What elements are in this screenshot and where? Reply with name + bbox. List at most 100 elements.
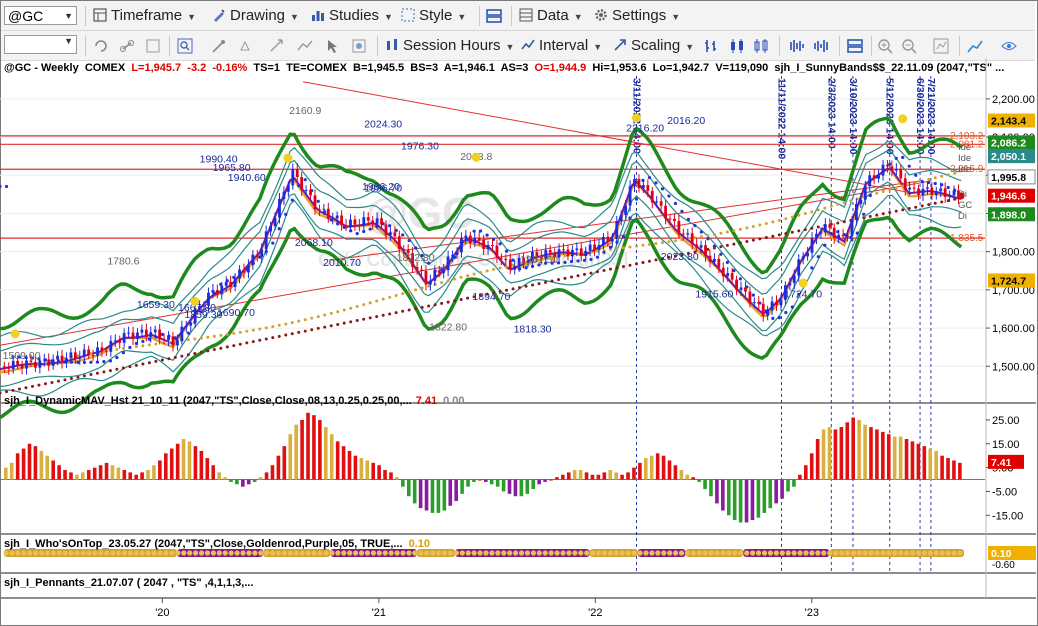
data-window-icon[interactable] (933, 38, 949, 54)
session-hours-label: Session Hours (403, 37, 501, 54)
pennants-title: sjh_I_Pennants_21.07.07 ( 2047 , "TS" ,4… (4, 577, 254, 589)
bid-price: B=1,945.5 (353, 62, 405, 74)
chevron-down-icon[interactable]: ▼ (64, 36, 73, 46)
symbol-value: @GC (8, 8, 44, 24)
tick-bars-icon[interactable] (813, 38, 829, 54)
chevron-down-icon: ▼ (573, 12, 583, 22)
layout-icon[interactable] (847, 38, 863, 54)
chart-symbol: @GC - Weekly (4, 62, 79, 74)
scaling-label: Scaling (631, 37, 681, 54)
separator (169, 36, 170, 56)
draw-tool-icon[interactable] (211, 38, 227, 54)
interval-icon (521, 39, 535, 50)
separator (511, 6, 512, 26)
symbol-input[interactable]: @GC ▼ (4, 6, 77, 25)
volume-bars-icon[interactable] (789, 38, 805, 54)
open-price: O=1,944.9 (534, 62, 587, 74)
interval-label: Interval (539, 37, 589, 54)
gear-icon (595, 9, 607, 21)
scaling-button[interactable]: Scaling ▼ (613, 36, 694, 56)
drawing-label: Drawing (230, 7, 286, 24)
timeframe-label: Timeframe (111, 7, 183, 24)
data-label: Data (537, 7, 569, 24)
dynamic-mav-title: sjh_I_DynamicMAV_Hst 21_10_11 (2047,"TS"… (4, 395, 412, 407)
chevron-down-icon: ▼ (384, 12, 393, 22)
zoom-chart-icon[interactable] (177, 38, 193, 54)
separator (479, 6, 480, 26)
whos-on-top-label: sjh_I_Who'sOnTop_23.05.27 (2047,"TS",Clo… (4, 538, 430, 550)
grid-icon[interactable] (145, 38, 161, 54)
high-price: Hi=1,953.6 (592, 62, 647, 74)
last-price: L=1,945.7 (131, 62, 182, 74)
drawing-button[interactable]: Drawing ▼ (212, 6, 299, 26)
link-icon[interactable] (119, 38, 135, 54)
bar-chart-icon[interactable] (703, 38, 719, 54)
trading-exchange: TE=COMEX (286, 62, 347, 74)
separator (85, 6, 86, 26)
style-label: Style (419, 7, 453, 24)
style-icon (401, 8, 415, 22)
shapes-icon[interactable] (239, 38, 255, 54)
chevron-down-icon: ▼ (505, 42, 515, 52)
studies-label: Studies (329, 7, 380, 24)
secondary-toolbar: ▼ Session Hours ▼ Interval ▼ Scaling ▼ (1, 31, 1035, 61)
study-label: sjh_I_SunnyBands$$_22.11.09 (2047,"TS" .… (774, 62, 1005, 74)
refresh-icon[interactable] (93, 38, 109, 54)
tick-size: TS=1 (253, 62, 280, 74)
dynamic-mav-label: sjh_I_DynamicMAV_Hst 21_10_11 (2047,"TS"… (4, 395, 465, 407)
format-tool-icon[interactable] (351, 38, 367, 54)
session-hours-icon (387, 39, 397, 50)
studies-button[interactable]: Studies ▼ (311, 6, 393, 26)
candlestick-icon[interactable] (729, 38, 745, 54)
settings-button[interactable]: Settings ▼ (594, 6, 680, 26)
window-frame (0, 0, 1038, 626)
session-hours-button[interactable]: Session Hours ▼ (385, 36, 514, 56)
zoom-out-icon[interactable] (901, 38, 917, 54)
cursor-tool-icon[interactable] (325, 38, 341, 54)
timeframe-button[interactable]: Timeframe ▼ (93, 6, 196, 26)
bid-size: BS=3 (410, 62, 439, 74)
volume: V=119,090 (715, 62, 769, 74)
separator (871, 36, 872, 56)
hollow-candle-icon[interactable] (753, 38, 769, 54)
percent-change: -0.16% (212, 62, 248, 74)
chart-exchange: COMEX (84, 62, 126, 74)
trendline-icon[interactable] (967, 38, 983, 54)
chevron-down-icon: ▼ (593, 42, 603, 52)
data-icon (519, 8, 533, 22)
style-button[interactable]: Style ▼ (401, 6, 466, 26)
layout-icon[interactable] (486, 8, 502, 24)
settings-label: Settings (612, 7, 667, 24)
studies-icon (312, 11, 324, 21)
chevron-down-icon: ▼ (187, 12, 197, 22)
chevron-down-icon[interactable]: ▼ (64, 7, 73, 26)
separator (85, 36, 86, 56)
zoom-in-icon[interactable] (877, 38, 893, 54)
ask-price: A=1,946.1 (443, 62, 495, 74)
separator (959, 36, 960, 56)
drawing-icon (214, 9, 225, 22)
ask-size: AS=3 (500, 62, 529, 74)
chart-header: @GC - Weekly COMEX L=1,945.7 -3.2 -0.16%… (4, 62, 1004, 74)
arrow-tool-icon[interactable] (269, 38, 285, 54)
separator (377, 36, 378, 56)
separator (839, 36, 840, 56)
chevron-down-icon: ▼ (685, 42, 695, 52)
chevron-down-icon: ▼ (457, 12, 467, 22)
pennants-label: sjh_I_Pennants_21.07.07 ( 2047 , "TS" ,4… (4, 577, 254, 589)
interval-select[interactable]: ▼ (4, 35, 77, 54)
low-price: Lo=1,942.7 (652, 62, 710, 74)
scaling-icon (614, 39, 626, 51)
interval-button[interactable]: Interval ▼ (521, 36, 602, 56)
chevron-down-icon: ▼ (671, 12, 681, 22)
trend-tool-icon[interactable] (297, 38, 313, 54)
chevron-down-icon: ▼ (290, 12, 299, 22)
main-toolbar: @GC ▼ Timeframe ▼ Drawing ▼ Studies ▼ Style ▼… (1, 1, 1035, 31)
dynamic-mav-value2: 0.00 (443, 395, 465, 407)
dynamic-mav-value: 7.41 (415, 395, 438, 407)
separator (779, 36, 780, 56)
data-button[interactable]: Data ▼ (519, 6, 583, 26)
timeframe-icon (93, 8, 107, 22)
eye-icon[interactable] (1001, 38, 1017, 54)
net-change: -3.2 (187, 62, 207, 74)
